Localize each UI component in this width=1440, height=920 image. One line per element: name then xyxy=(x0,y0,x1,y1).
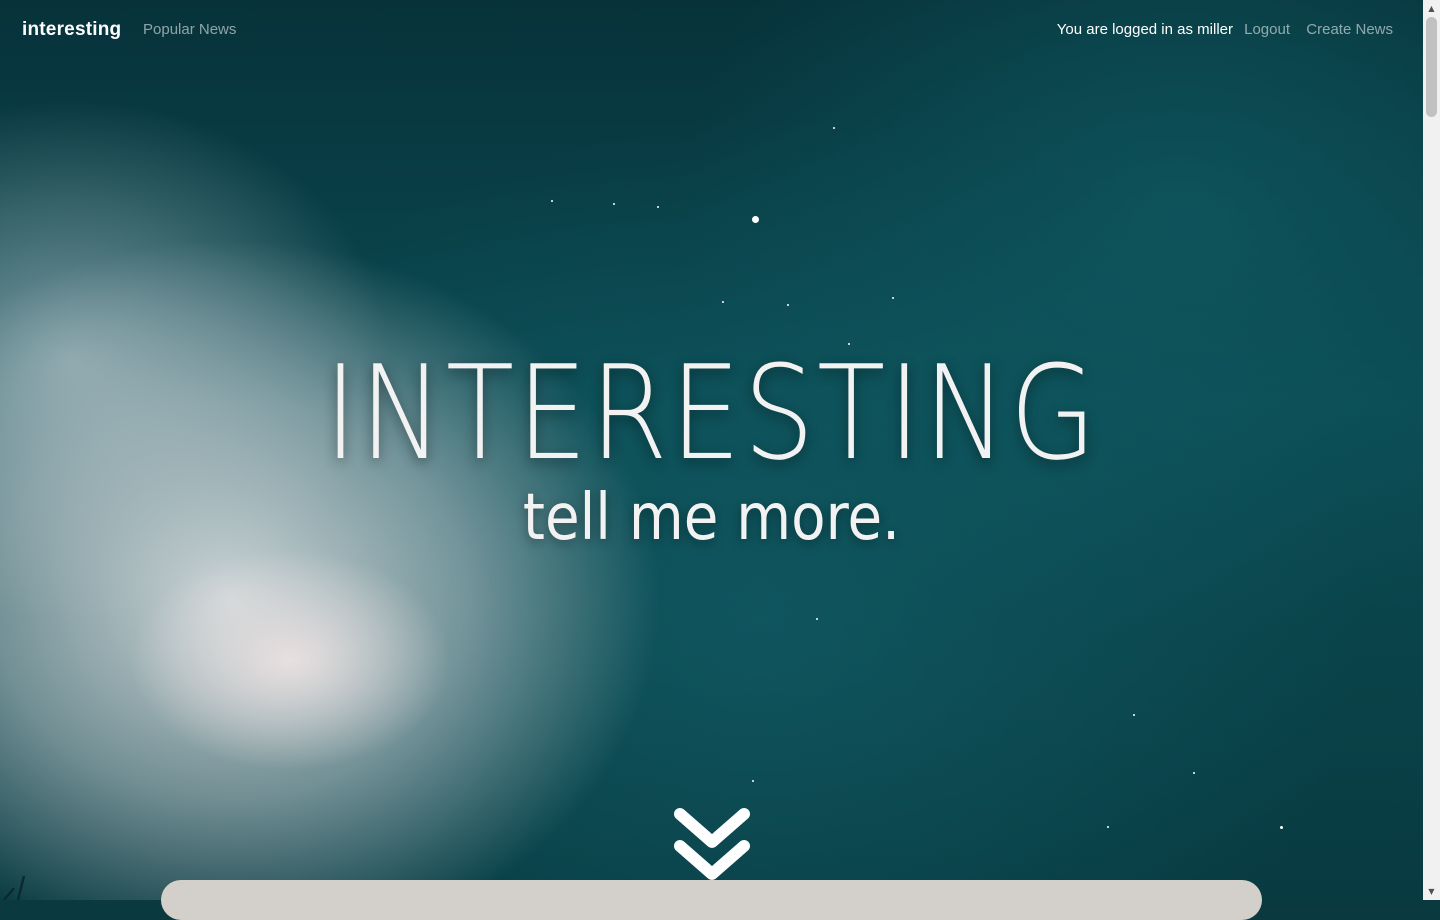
double-chevron-down-icon[interactable] xyxy=(670,802,754,886)
logged-in-status: You are logged in as miller xyxy=(1056,21,1233,38)
star xyxy=(816,618,818,620)
create-news-link[interactable]: Create News xyxy=(1306,21,1393,38)
popular-news-link[interactable]: Popular News xyxy=(143,21,236,38)
star xyxy=(752,780,754,782)
star xyxy=(752,216,759,223)
star xyxy=(551,200,553,202)
top-navbar: interesting Popular News You are logged … xyxy=(0,0,1423,62)
star xyxy=(657,206,659,208)
star xyxy=(833,127,835,129)
hero-title: INTERESTING xyxy=(324,337,1099,489)
star xyxy=(1280,826,1283,829)
news-card-top-edge xyxy=(161,880,1262,920)
star xyxy=(1193,772,1195,774)
scrollbar-thumb[interactable] xyxy=(1426,17,1437,117)
star xyxy=(613,203,615,205)
star xyxy=(1107,826,1109,828)
star xyxy=(892,297,894,299)
logout-link[interactable]: Logout xyxy=(1244,21,1290,38)
scroll-down-icon[interactable]: ▼ xyxy=(1423,883,1440,900)
page-scrollbar[interactable]: ▲ ▼ xyxy=(1423,0,1440,900)
hero-subtitle: tell me more. xyxy=(522,481,901,555)
star xyxy=(1133,714,1135,716)
star xyxy=(722,301,724,303)
brand-logo[interactable]: interesting xyxy=(22,19,121,41)
star xyxy=(787,304,789,306)
branch-silhouette xyxy=(3,875,26,900)
scroll-up-icon[interactable]: ▲ xyxy=(1423,0,1440,17)
